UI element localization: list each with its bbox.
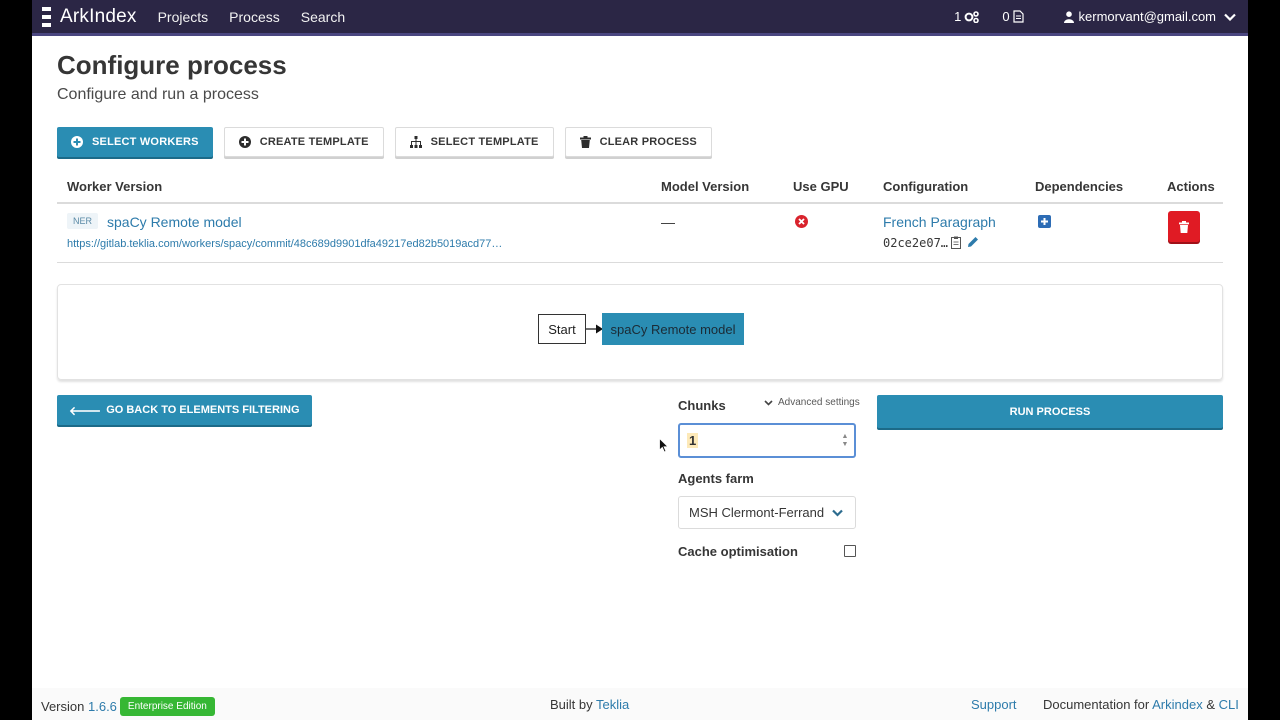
run-process-button[interactable]: RUN PROCESS [877, 395, 1223, 428]
graph-node-start: Start [538, 314, 586, 344]
footer: Version 1.6.6 Enterprise Edition Built b… [32, 688, 1248, 720]
page-title: Configure process [57, 50, 287, 80]
nav-link-process[interactable]: Process [229, 9, 280, 25]
tasks-counter[interactable]: 1 [954, 9, 980, 24]
user-menu[interactable]: kermorvant@gmail.com [1063, 9, 1236, 24]
advanced-settings-label: Advanced settings [778, 397, 860, 408]
trash-icon [1179, 220, 1189, 233]
select-workers-label: SELECT WORKERS [92, 136, 199, 148]
plus-square-icon[interactable] [1038, 215, 1051, 228]
footer-docs: Documentation for Arkindex & CLI [1043, 697, 1239, 712]
worker-name-link[interactable]: spaCy Remote model [107, 214, 242, 230]
advanced-settings-toggle[interactable]: Advanced settings [764, 397, 860, 408]
chunks-value: 1 [687, 433, 699, 448]
docs-ampersand: & [1206, 697, 1216, 712]
graph-node-worker[interactable]: spaCy Remote model [602, 313, 744, 345]
create-template-button[interactable]: CREATE TEMPLATE [223, 127, 384, 157]
chevron-down-icon [764, 399, 773, 406]
files-counter[interactable]: 0 [1002, 9, 1024, 24]
sitemap-icon [409, 136, 422, 148]
brand-name: ArkIndex [60, 5, 137, 27]
model-version-value: — [661, 214, 675, 230]
configuration-hash: 02ce2e07… [883, 236, 949, 250]
process-graph: Start spaCy Remote model [57, 284, 1223, 380]
select-workers-button[interactable]: SELECT WORKERS [57, 127, 213, 157]
arrow-left-icon: 🡐 [69, 403, 102, 418]
plus-circle-icon [71, 136, 83, 148]
chunks-input[interactable]: 1 ▲ ▼ [678, 423, 856, 458]
agents-farm-select[interactable]: MSH Clermont-Ferrand [678, 496, 856, 529]
user-email: kermorvant@gmail.com [1078, 9, 1216, 24]
worker-type-tag: NER [67, 213, 99, 229]
footer-version: Version 1.6.6 Enterprise Edition [41, 697, 215, 716]
clear-process-label: CLEAR PROCESS [599, 136, 697, 148]
page-subtitle: Configure and run a process [57, 86, 259, 103]
run-process-label: RUN PROCESS [1009, 405, 1091, 418]
letterbox-right [1248, 0, 1280, 720]
agents-farm-label: Agents farm [678, 471, 754, 486]
nav-link-projects[interactable]: Projects [158, 9, 209, 25]
user-icon [1063, 10, 1074, 23]
gears-icon [964, 10, 980, 23]
pencil-icon[interactable] [967, 236, 979, 248]
cursor-icon [659, 438, 669, 453]
docs-arkindex-link[interactable]: Arkindex [1152, 697, 1203, 712]
clipboard-icon[interactable] [951, 236, 961, 249]
nav-link-search[interactable]: Search [301, 9, 345, 25]
select-template-button[interactable]: SELECT TEMPLATE [394, 127, 554, 157]
chunks-label: Chunks [678, 398, 726, 413]
footer-built-by: Built by Teklia [550, 697, 629, 712]
top-navbar: ArkIndex Projects Process Search 1 0 ker… [32, 0, 1248, 36]
times-circle-icon[interactable] [795, 215, 808, 228]
brand[interactable]: ArkIndex [42, 6, 137, 28]
delete-worker-button[interactable] [1168, 211, 1200, 242]
tasks-count: 1 [954, 9, 962, 24]
number-stepper[interactable]: ▲ ▼ [841, 433, 849, 449]
back-to-filtering-button[interactable]: 🡐 GO BACK TO ELEMENTS FILTERING [57, 395, 312, 425]
files-count: 0 [1002, 9, 1010, 24]
teklia-link[interactable]: Teklia [596, 697, 629, 712]
edition-badge: Enterprise Edition [119, 697, 215, 716]
plus-circle-icon [238, 136, 251, 148]
built-by-prefix: Built by [550, 697, 593, 712]
file-icon [1012, 10, 1024, 23]
clear-process-button[interactable]: CLEAR PROCESS [564, 127, 712, 157]
table-row: NER spaCy Remote model https://gitlab.te… [57, 172, 1223, 263]
select-template-label: SELECT TEMPLATE [430, 136, 539, 148]
cache-optimisation-checkbox[interactable] [844, 545, 856, 557]
configuration-link[interactable]: French Paragraph [883, 214, 996, 230]
letterbox-left [0, 0, 32, 720]
trash-icon [579, 136, 591, 148]
worker-commit-link[interactable]: https://gitlab.teklia.com/workers/spacy/… [67, 238, 502, 250]
toolbar: SELECT WORKERS CREATE TEMPLATE SELECT TE… [57, 127, 723, 157]
docs-cli-link[interactable]: CLI [1219, 697, 1239, 712]
support-link[interactable]: Support [971, 697, 1017, 712]
chevron-down-icon [832, 509, 843, 517]
brand-icon [42, 6, 51, 28]
chevron-down-icon [1224, 13, 1236, 21]
create-template-label: CREATE TEMPLATE [259, 136, 369, 148]
version-link[interactable]: 1.6.6 [88, 699, 117, 714]
app-window: ArkIndex Projects Process Search 1 0 ker… [32, 0, 1248, 720]
docs-prefix: Documentation for [1043, 697, 1150, 712]
version-prefix: Version [41, 699, 85, 714]
agents-farm-value: MSH Clermont-Ferrand [689, 505, 825, 520]
back-to-filtering-label: GO BACK TO ELEMENTS FILTERING [106, 404, 300, 416]
cache-optimisation-label: Cache optimisation [678, 544, 798, 559]
